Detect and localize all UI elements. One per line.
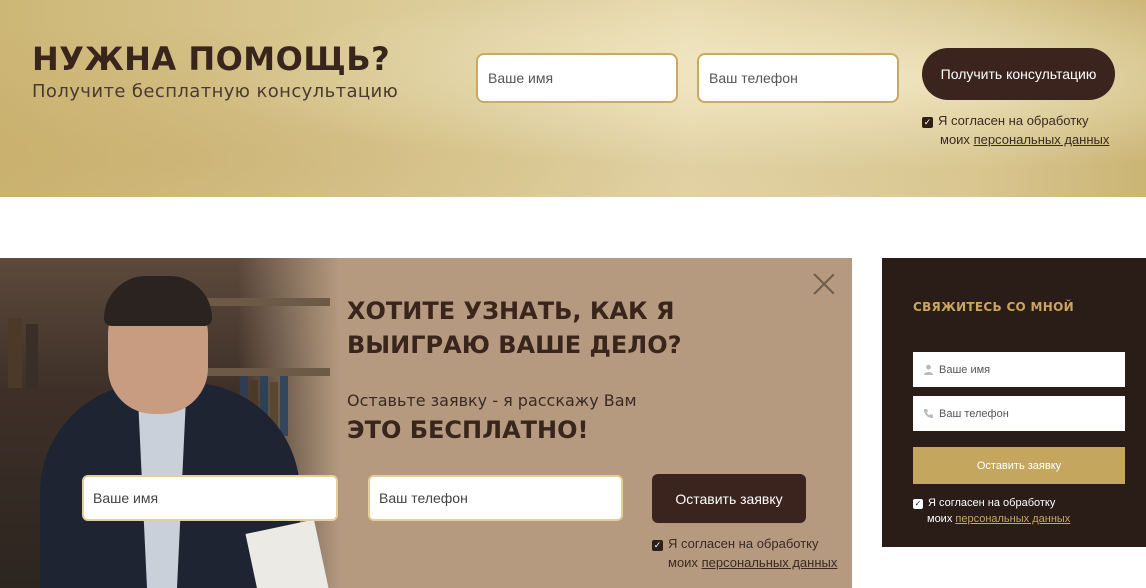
lead-popup: ХОТИТЕ УЗНАТЬ, КАК Я ВЫИГРАЮ ВАШЕ ДЕЛО? … [0,258,852,588]
user-icon [922,364,934,376]
popup-subtitle: Оставьте заявку - я расскажу Вам [347,391,637,410]
close-icon[interactable] [812,272,836,296]
sidebar-consent: ✓ Я согласен на обработку моих персональн… [913,495,1070,527]
banner-phone-input[interactable] [697,53,899,103]
sidebar-phone-input[interactable] [939,407,1119,420]
popup-name-input[interactable] [82,475,338,521]
sidebar-name-input[interactable] [939,363,1119,376]
popup-submit-button[interactable]: Оставить заявку [652,474,806,523]
sidebar-consent-prefix: моих [927,513,953,525]
popup-phone-input[interactable] [368,475,623,521]
sidebar-privacy-link[interactable]: персональных данных [955,513,1070,525]
get-consultation-button[interactable]: Получить консультацию [922,48,1115,100]
sidebar-submit-button[interactable]: Оставить заявку [913,447,1125,484]
popup-consent-text: Я согласен на обработку [668,536,819,551]
sidebar-consent-text: Я согласен на обработку [928,497,1056,509]
consultation-banner: НУЖНА ПОМОЩЬ? Получите бесплатную консул… [0,0,1146,197]
popup-consent-prefix: моих [668,555,698,570]
banner-consent-prefix: моих [940,132,970,147]
banner-consent-text: Я согласен на обработку [938,113,1089,128]
popup-free-highlight: ЭТО БЕСПЛАТНО! [347,416,589,444]
sidebar-phone-field[interactable] [913,396,1125,431]
banner-privacy-link[interactable]: персональных данных [974,132,1110,147]
popup-consent-checkbox[interactable]: ✓ [652,540,663,551]
sidebar-name-field[interactable] [913,352,1125,387]
sidebar-title: СВЯЖИТЕСЬ СО МНОЙ [913,300,1074,314]
contact-sidebar-form: СВЯЖИТЕСЬ СО МНОЙ Оставить заявку ✓ Я сог… [882,258,1146,547]
popup-privacy-link[interactable]: персональных данных [702,555,838,570]
sidebar-consent-checkbox[interactable]: ✓ [913,499,923,509]
lawyer-photo [0,258,340,588]
popup-consent: ✓ Я согласен на обработку моих персональн… [652,534,837,572]
banner-subtitle: Получите бесплатную консультацию [32,81,399,102]
banner-consent-checkbox[interactable]: ✓ [922,117,933,128]
banner-consent: ✓ Я согласен на обработку моих персональн… [922,111,1109,149]
phone-icon [922,408,934,420]
popup-title: ХОТИТЕ УЗНАТЬ, КАК Я ВЫИГРАЮ ВАШЕ ДЕЛО? [347,297,682,359]
banner-name-input[interactable] [476,53,678,103]
banner-title: НУЖНА ПОМОЩЬ? [32,40,391,78]
